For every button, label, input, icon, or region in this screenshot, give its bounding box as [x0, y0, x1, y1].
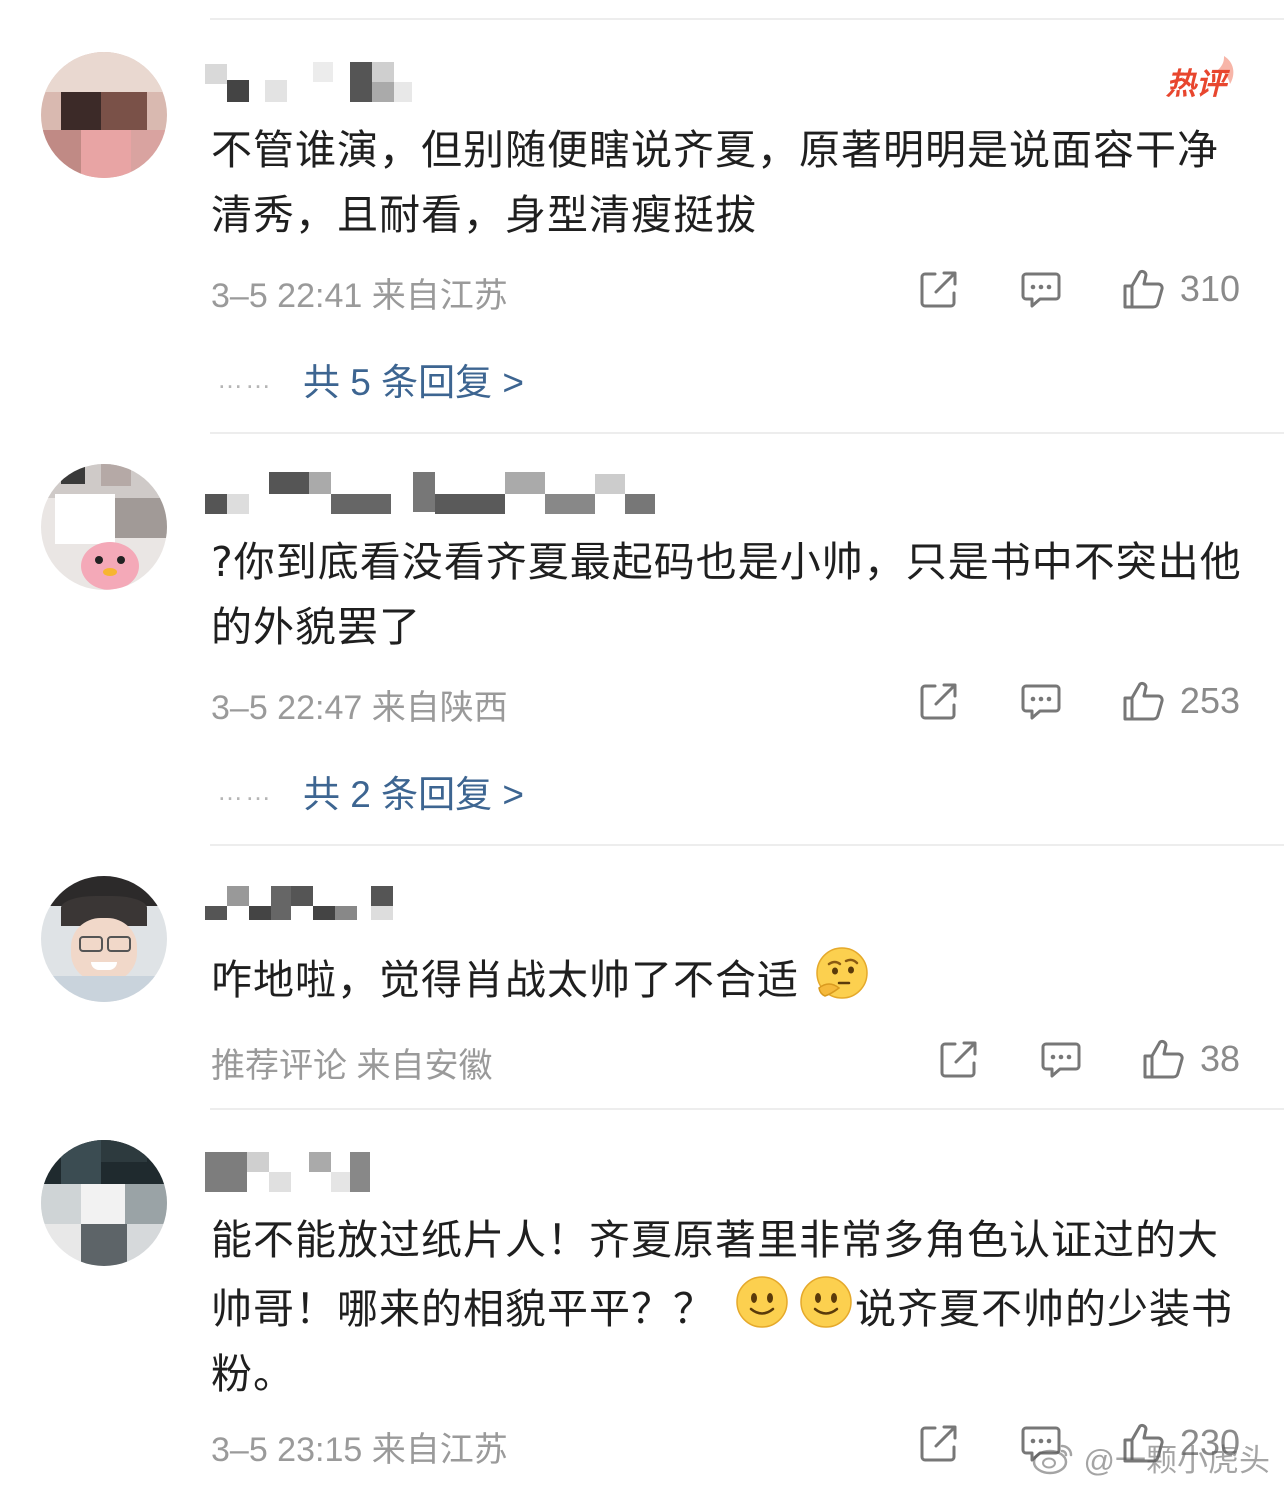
username-blurred[interactable] [205, 470, 665, 518]
comment-text: 能不能放过纸片人！齐夏原著里非常多角色认证过的大帅哥！哪来的相貌平平？？ 说齐夏… [211, 1208, 1251, 1407]
comment-item: ?你到底看没看齐夏最起码也是小帅，只是书中不突出他的外貌罢了 3–5 22:47… [0, 412, 1284, 844]
replies-dots: …… [217, 363, 273, 394]
watermark-text: @一颗小虎头 [1083, 1443, 1270, 1478]
hot-comment-badge-icon: 热评 [1165, 56, 1234, 101]
comment-icon[interactable] [1018, 266, 1064, 312]
comment-actions: 310 [916, 264, 1240, 314]
comment-text-content: 咋地啦，觉得肖战太帅了不合适 [211, 956, 799, 1004]
comment-meta: 3–5 22:41 来自江苏 [211, 277, 508, 315]
avatar[interactable] [41, 464, 167, 590]
share-icon[interactable] [916, 678, 962, 724]
share-icon[interactable] [916, 1420, 962, 1466]
thumbs-up-icon[interactable] [1120, 266, 1166, 312]
weibo-logo-icon [1032, 1444, 1072, 1474]
comment-meta: 推荐评论 来自安徽 [211, 1047, 493, 1085]
comment-actions: 38 [936, 1034, 1240, 1084]
view-replies-link[interactable]: …… 共 5 条回复 > [217, 352, 524, 406]
username-blurred[interactable] [205, 58, 665, 106]
comment-actions: 253 [916, 676, 1240, 726]
smile-emoji-icon [800, 1276, 852, 1328]
comment-meta: 3–5 22:47 来自陕西 [211, 689, 508, 727]
like-count: 310 [1179, 268, 1240, 309]
svg-text:热评: 热评 [1165, 68, 1231, 101]
avatar[interactable] [41, 1140, 167, 1266]
comment-item: 热评 不管谁演，但别随便瞎说齐夏，原著明明是说面容干净清秀，且耐看，身型清瘦挺拔… [0, 0, 1284, 432]
username-blurred[interactable] [205, 1148, 665, 1196]
comment-item: 能不能放过纸片人！齐夏原著里非常多角色认证过的大帅哥！哪来的相貌平平？？ 说齐夏… [0, 1090, 1284, 1494]
share-icon[interactable] [916, 266, 962, 312]
thumbs-up-icon[interactable] [1140, 1036, 1186, 1082]
thumbs-up-icon[interactable] [1120, 678, 1166, 724]
view-replies-link[interactable]: …… 共 2 条回复 > [217, 764, 524, 818]
like-count: 253 [1179, 680, 1240, 721]
like-count: 38 [1199, 1038, 1240, 1079]
comment-text: 咋地啦，觉得肖战太帅了不合适 [211, 944, 1251, 1013]
replies-dots: …… [217, 775, 273, 806]
comment-item: 咋地啦，觉得肖战太帅了不合适 推荐评论 来自安徽 38 [0, 826, 1284, 1108]
smile-emoji-icon [736, 1276, 788, 1328]
comment-icon[interactable] [1018, 678, 1064, 724]
comment-text: ?你到底看没看齐夏最起码也是小帅，只是书中不突出他的外貌罢了 [211, 538, 1242, 651]
thinking-emoji-icon [816, 947, 868, 999]
comment-meta: 3–5 23:15 来自江苏 [211, 1431, 508, 1469]
avatar[interactable] [41, 52, 167, 178]
replies-label: 共 2 条回复 > [303, 774, 525, 815]
comment-icon[interactable] [1038, 1036, 1084, 1082]
watermark: @一颗小虎头 [1032, 1435, 1270, 1480]
replies-label: 共 5 条回复 > [303, 362, 525, 403]
share-icon[interactable] [936, 1036, 982, 1082]
username-blurred[interactable] [205, 882, 665, 930]
comment-text: 不管谁演，但别随便瞎说齐夏，原著明明是说面容干净清秀，且耐看，身型清瘦挺拔 [211, 126, 1219, 239]
avatar[interactable] [41, 876, 167, 1002]
